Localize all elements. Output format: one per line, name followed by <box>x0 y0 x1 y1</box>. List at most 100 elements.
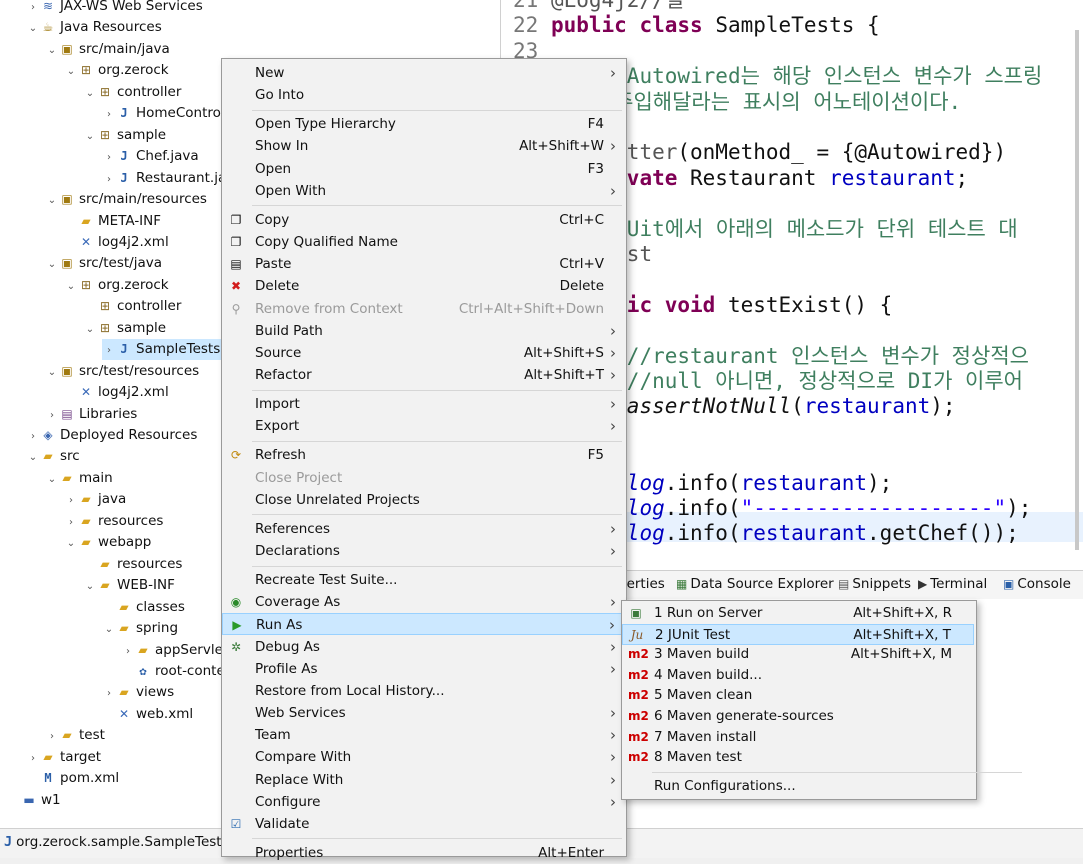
tab-snippets[interactable]: ▤ Snippets <box>838 576 911 592</box>
tree-item[interactable]: ▰ resources <box>83 554 182 575</box>
menu-item-build-path[interactable]: Build Path › <box>222 320 626 342</box>
menu-item-delete[interactable]: ✖ Delete Delete <box>222 275 626 297</box>
expand-toggle-icon[interactable]: ⌄ <box>26 18 40 39</box>
menu-item-copy-qualified-name[interactable]: ❐ Copy Qualified Name <box>222 231 626 253</box>
menu-item-import[interactable]: Import › <box>222 393 626 415</box>
tree-item[interactable]: ⌄ ⊞ controller <box>83 82 182 104</box>
tree-item[interactable]: ⌄ ▰ webapp <box>64 532 152 554</box>
menu-item-5-maven-clean[interactable]: m2 5 Maven clean <box>622 685 974 706</box>
tree-item[interactable]: › ▰ target <box>26 747 101 768</box>
menu-item-source[interactable]: Source Alt+Shift+S › <box>222 342 626 364</box>
expand-toggle-icon[interactable]: › <box>64 490 78 511</box>
menu-item-new[interactable]: New › <box>222 62 626 84</box>
expand-toggle-icon[interactable]: ⌄ <box>45 190 59 211</box>
expand-toggle-icon[interactable]: › <box>102 169 116 190</box>
menu-item-properties[interactable]: Properties Alt+Enter <box>222 842 626 864</box>
menu-item-configure[interactable]: Configure › <box>222 791 626 813</box>
menu-item-validate[interactable]: ☑ Validate <box>222 813 626 835</box>
menu-item-go-into[interactable]: Go Into <box>222 84 626 106</box>
menu-item-2-junit-test[interactable]: Ju 2 JUnit Test Alt+Shift+X, T <box>622 623 974 645</box>
tree-item[interactable]: › ▰ test <box>45 725 105 746</box>
tree-item[interactable]: ⌄ ⊞ sample <box>83 318 166 339</box>
expand-toggle-icon[interactable]: ⌄ <box>64 276 78 297</box>
tree-item[interactable]: › ▰ resources <box>64 511 163 532</box>
menu-item-open[interactable]: Open F3 <box>222 158 626 180</box>
expand-toggle-icon[interactable]: ⌄ <box>64 61 78 82</box>
tree-item[interactable]: › ▰ java <box>64 489 126 510</box>
menu-item-declarations[interactable]: Declarations › <box>222 540 626 562</box>
tree-item[interactable]: ⌄ ☕ Java Resources <box>26 17 162 38</box>
expand-toggle-icon[interactable]: › <box>102 683 116 704</box>
tree-item[interactable]: › ≋ JAX-WS Web Services <box>26 0 203 17</box>
expand-toggle-icon[interactable]: ⌄ <box>45 469 59 490</box>
tree-item[interactable]: ✕ log4j2.xml <box>64 382 169 403</box>
menu-item-debug-as[interactable]: ✲ Debug As › <box>222 636 626 658</box>
expand-toggle-icon[interactable]: › <box>45 405 59 426</box>
menu-item-team[interactable]: Team › <box>222 724 626 746</box>
menu-item-run-as[interactable]: ▶ Run As › <box>222 613 626 636</box>
menu-item-export[interactable]: Export › <box>222 415 626 437</box>
tree-item[interactable]: ⌄ ▣ src/main/java <box>45 39 170 60</box>
expand-toggle-icon[interactable]: › <box>26 0 40 18</box>
menu-item-recreate-test-suite[interactable]: Recreate Test Suite... <box>222 569 626 591</box>
menu-item-copy[interactable]: ❐ Copy Ctrl+C <box>222 209 626 231</box>
menu-item-replace-with[interactable]: Replace With › <box>222 769 626 791</box>
expand-toggle-icon[interactable]: › <box>121 641 135 662</box>
expand-toggle-icon[interactable]: › <box>64 512 78 533</box>
tab-console[interactable]: ▣ Console <box>1003 576 1071 592</box>
menu-item-web-services[interactable]: Web Services › <box>222 702 626 724</box>
menu-item-6-maven-generate-sources[interactable]: m2 6 Maven generate-sources <box>622 706 974 727</box>
expand-toggle-icon[interactable]: › <box>26 426 40 447</box>
expand-toggle-icon[interactable]: ⌄ <box>64 533 78 554</box>
tree-item[interactable]: ▰ classes <box>102 597 184 618</box>
expand-toggle-icon[interactable]: › <box>102 104 116 125</box>
menu-item-refresh[interactable]: ⟳ Refresh F5 <box>222 444 626 466</box>
tree-item[interactable]: ⌄ ▰ spring <box>102 618 178 639</box>
expand-toggle-icon[interactable]: ⌄ <box>83 83 97 104</box>
expand-toggle-icon[interactable]: › <box>45 726 59 747</box>
tree-item[interactable]: › ▰ appServlet <box>121 640 228 661</box>
tree-item[interactable]: › ◈ Deployed Resources <box>26 425 197 446</box>
menu-item-refactor[interactable]: Refactor Alt+Shift+T › <box>222 364 626 386</box>
menu-item-compare-with[interactable]: Compare With › <box>222 746 626 768</box>
tree-item[interactable]: ⌄ ▰ WEB-INF <box>83 575 175 596</box>
menu-item-4-maven-build[interactable]: m2 4 Maven build... <box>622 665 974 686</box>
tree-item[interactable]: › J HomeControl <box>102 103 225 124</box>
menu-item-close-unrelated-projects[interactable]: Close Unrelated Projects <box>222 489 626 511</box>
tab-terminal[interactable]: ▶ Terminal <box>918 576 987 592</box>
menu-item-3-maven-build[interactable]: m2 3 Maven build Alt+Shift+X, M <box>622 644 974 665</box>
tree-item[interactable]: ▬ w1 <box>7 790 60 811</box>
menu-item-paste[interactable]: ▤ Paste Ctrl+V <box>222 253 626 275</box>
menu-item-7-maven-install[interactable]: m2 7 Maven install <box>622 727 974 748</box>
expand-toggle-icon[interactable]: › <box>102 147 116 168</box>
expand-toggle-icon[interactable]: ⌄ <box>45 362 59 383</box>
menu-item-open-type-hierarchy[interactable]: Open Type Hierarchy F4 <box>222 113 626 135</box>
expand-toggle-icon[interactable]: ⌄ <box>83 319 97 340</box>
expand-toggle-icon[interactable]: › <box>26 748 40 769</box>
menu-item-show-in[interactable]: Show In Alt+Shift+W › <box>222 135 626 157</box>
tree-item[interactable]: › ▤ Libraries <box>45 404 137 425</box>
expand-toggle-icon[interactable]: ⌄ <box>83 126 97 147</box>
tree-item[interactable]: ⌄ ▣ src/test/java <box>45 253 162 274</box>
tree-item[interactable]: ⌄ ▣ src/test/resources <box>45 361 199 382</box>
tree-item[interactable]: › J Chef.java <box>102 146 199 167</box>
editor-scrollbar[interactable] <box>1075 30 1079 550</box>
expand-toggle-icon[interactable]: ⌄ <box>83 576 97 597</box>
tree-item[interactable]: ✕ log4j2.xml <box>64 232 169 253</box>
expand-toggle-icon[interactable]: ⌄ <box>26 447 40 468</box>
tab-data-source-explorer[interactable]: ▦ Data Source Explorer <box>676 576 834 592</box>
menu-item-8-maven-test[interactable]: m2 8 Maven test <box>622 747 974 768</box>
tree-item[interactable]: ⌄ ▰ src <box>26 446 80 467</box>
expand-toggle-icon[interactable]: ⌄ <box>45 254 59 275</box>
menu-item-open-with[interactable]: Open With › <box>222 180 626 202</box>
tree-item[interactable]: ▰ META-INF <box>64 211 161 232</box>
expand-toggle-icon[interactable]: › <box>102 340 116 361</box>
expand-toggle-icon[interactable]: ⌄ <box>102 619 116 640</box>
tree-item[interactable]: ⊞ controller <box>83 296 181 317</box>
menu-item-profile-as[interactable]: Profile As › <box>222 658 626 680</box>
tree-item[interactable]: ⌄ ▰ main <box>45 468 113 489</box>
expand-toggle-icon[interactable]: ⌄ <box>45 40 59 61</box>
menu-item-1-run-on-server[interactable]: ▣ 1 Run on Server Alt+Shift+X, R <box>622 603 974 624</box>
menu-item-references[interactable]: References › <box>222 518 626 540</box>
tree-item[interactable]: ⌄ ⊞ sample <box>83 125 166 146</box>
